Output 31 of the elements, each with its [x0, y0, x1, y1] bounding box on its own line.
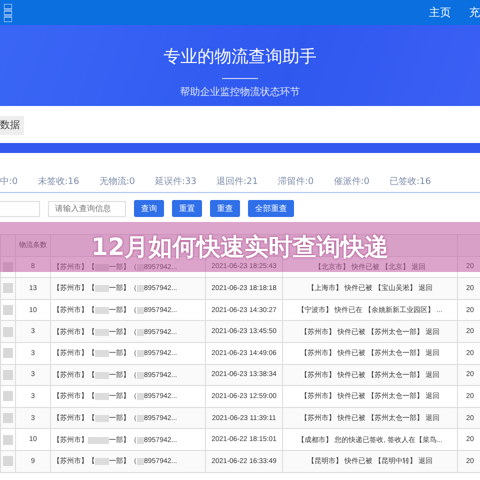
status-count[interactable]: 滞留件:0 [278, 175, 314, 188]
blurred-block [3, 456, 13, 466]
status-count[interactable]: 中:0 [0, 175, 18, 188]
blurred-block [3, 413, 13, 424]
nav-link[interactable]: 充 [469, 5, 480, 20]
query-button[interactable]: 查询 [134, 200, 164, 217]
status-count[interactable]: 退回件:21 [216, 175, 258, 188]
blurred-block [3, 391, 13, 402]
query-button[interactable]: 重置 [172, 200, 202, 217]
query-button[interactable]: 重查 [210, 200, 240, 217]
blurred-block [3, 348, 13, 358]
hero-title: 专业的物流查询助手 [164, 46, 316, 68]
nav-link[interactable]: 主页 [429, 5, 451, 20]
blurred-block [3, 434, 13, 445]
hero-subtitle: 帮助企业监控物流状态环节 [180, 86, 300, 99]
status-count[interactable]: 延误件:33 [155, 175, 196, 188]
logo-icon [4, 4, 12, 22]
blurred-block [3, 283, 13, 294]
blurred-block [3, 305, 13, 316]
title-underline [222, 78, 258, 79]
search-field[interactable]: 请输入查询信息 [48, 200, 126, 216]
blurred-block [3, 326, 13, 337]
blurred-block [3, 262, 13, 272]
status-count[interactable]: 无物流:0 [99, 175, 136, 188]
blurred-block [3, 370, 13, 380]
input-field[interactable] [0, 200, 40, 216]
status-count[interactable]: 催派件:0 [334, 175, 370, 188]
data-tab[interactable]: 数据 [0, 116, 24, 135]
status-count[interactable]: 未签收:16 [38, 175, 80, 188]
query-button[interactable]: 全部重查 [248, 200, 294, 217]
status-count[interactable]: 已签收:16 [390, 175, 431, 188]
